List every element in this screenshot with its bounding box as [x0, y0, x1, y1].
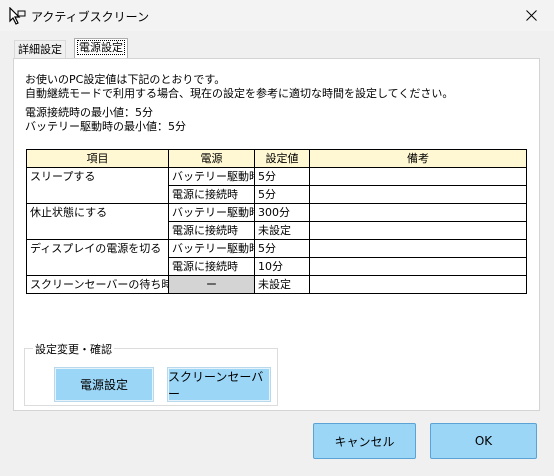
- table-row: スクリーンセーバーの待ち時間 ー 未設定: [26, 275, 527, 294]
- power-settings-table: 項目 電源 設定値 備考 スリープする バッテリー駆動時 5分 電源に接続時 5…: [26, 149, 527, 294]
- group-legend: 設定変更・確認: [33, 341, 114, 357]
- tab-detail-settings[interactable]: 詳細設定: [14, 40, 66, 58]
- row-value: 5分: [254, 185, 310, 204]
- close-icon: [525, 10, 537, 21]
- header-value: 設定値: [254, 149, 310, 168]
- header-item: 項目: [26, 149, 169, 168]
- row-power: バッテリー駆動時: [168, 167, 255, 186]
- row-power: ー: [168, 275, 255, 294]
- table-row: ディスプレイの電源を切る バッテリー駆動時 5分: [26, 239, 527, 276]
- row-value: 300分: [254, 203, 310, 222]
- row-note: [309, 167, 527, 186]
- row-item: スリープする: [26, 167, 169, 204]
- ok-button[interactable]: OK: [430, 423, 537, 459]
- tab-panel: お使いのPC設定値は下記のとおりです。 自動継続モードで利用する場合、現在の設定…: [13, 58, 540, 411]
- row-note: [309, 275, 527, 294]
- tab-power-settings[interactable]: 電源設定: [74, 38, 128, 58]
- row-power: 電源に接続時: [168, 185, 255, 204]
- row-value: 5分: [254, 239, 310, 258]
- row-value: 5分: [254, 167, 310, 186]
- row-power: 電源に接続時: [168, 221, 255, 240]
- close-button[interactable]: [508, 0, 554, 31]
- row-note: [309, 221, 527, 240]
- app-cursor-icon: [9, 7, 26, 25]
- row-power: バッテリー駆動時: [168, 239, 255, 258]
- row-value: 未設定: [254, 221, 310, 240]
- row-power: 電源に接続時: [168, 257, 255, 276]
- row-note: [309, 239, 527, 258]
- screensaver-button[interactable]: スクリーンセーバー: [167, 367, 271, 402]
- table-row: スリープする バッテリー駆動時 5分: [26, 167, 527, 204]
- table-row: 休止状態にする バッテリー駆動時 300分: [26, 203, 527, 240]
- row-item: ディスプレイの電源を切る: [26, 239, 169, 276]
- description-line-2: 自動継続モードで利用する場合、現在の設定を参考に適切な時間を設定してください。: [25, 87, 454, 100]
- row-value: 10分: [254, 257, 310, 276]
- row-note: [309, 203, 527, 222]
- header-note: 備考: [309, 149, 527, 168]
- title-bar[interactable]: アクティブスクリーン: [0, 0, 554, 31]
- settings-change-group: 設定変更・確認 電源設定 スクリーンセーバー: [24, 341, 278, 406]
- row-item: 休止状態にする: [26, 203, 169, 240]
- row-note: [309, 257, 527, 276]
- tab-power-settings-label: 電源設定: [77, 40, 125, 55]
- header-power: 電源: [168, 149, 255, 168]
- row-item: スクリーンセーバーの待ち時間: [26, 275, 169, 294]
- table-header-row: 項目 電源 設定値 備考: [26, 149, 527, 168]
- row-power: バッテリー駆動時: [168, 203, 255, 222]
- row-note: [309, 185, 527, 204]
- min-battery-value: バッテリー駆動時の最小値：5分: [25, 120, 186, 133]
- row-value: 未設定: [254, 275, 310, 294]
- power-settings-button[interactable]: 電源設定: [54, 367, 154, 402]
- window-title: アクティブスクリーン: [31, 10, 150, 24]
- cancel-button[interactable]: キャンセル: [313, 423, 416, 459]
